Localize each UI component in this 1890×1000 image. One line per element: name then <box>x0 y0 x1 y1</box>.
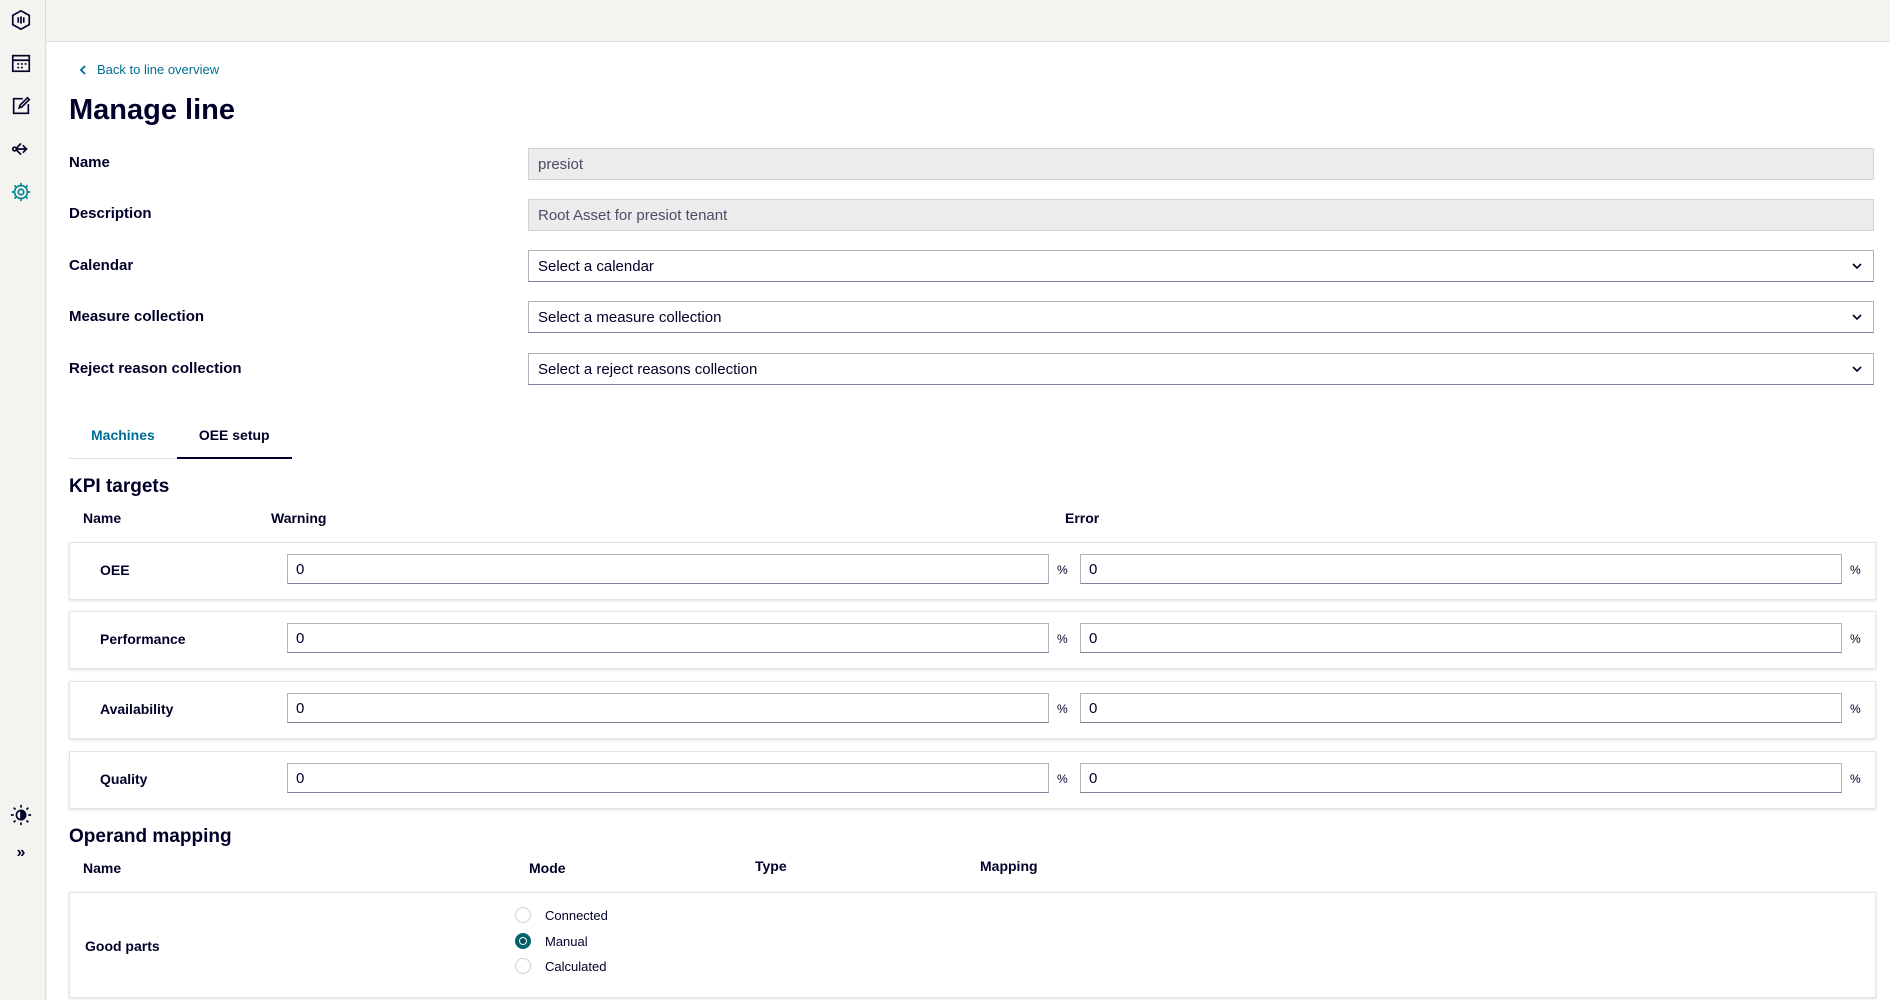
kpi-warning-input[interactable]: 0 <box>287 623 1049 653</box>
measure-collection-select[interactable]: Select a measure collection <box>528 301 1874 333</box>
percent-unit: % <box>1057 563 1068 577</box>
name-field[interactable]: presiot <box>528 148 1874 180</box>
mode-radio-calculated[interactable]: Calculated <box>515 958 606 974</box>
description-value: Root Asset for presiot tenant <box>538 206 728 224</box>
percent-unit: % <box>1057 702 1068 716</box>
calendar-label: Calendar <box>69 257 134 274</box>
radio-label: Calculated <box>545 958 607 974</box>
name-value: presiot <box>538 155 584 173</box>
description-field[interactable]: Root Asset for presiot tenant <box>528 199 1874 231</box>
percent-unit: % <box>1850 563 1861 577</box>
radio-circle-checked <box>515 933 531 949</box>
expand-icon[interactable]: » <box>7 839 35 867</box>
percent-unit: % <box>1057 772 1068 786</box>
operand-col-mapping: Mapping <box>980 858 1038 874</box>
description-label: Description <box>69 205 152 222</box>
mode-radio-manual[interactable]: Manual <box>515 933 588 949</box>
chevron-down-icon <box>1852 263 1862 270</box>
chevron-left-icon <box>79 64 86 75</box>
radio-circle <box>515 958 531 974</box>
tab-bar: Machines OEE setup <box>69 412 292 459</box>
tab-oee-setup[interactable]: OEE setup <box>176 412 292 459</box>
back-link[interactable]: Back to line overview <box>77 62 219 77</box>
kpi-col-error: Error <box>1065 510 1100 526</box>
measure-collection-label: Measure collection <box>69 308 205 325</box>
percent-unit: % <box>1850 702 1861 716</box>
kpi-warning-input[interactable]: 0 <box>287 554 1049 584</box>
operand-mapping-title: Operand mapping <box>69 826 232 847</box>
percent-unit: % <box>1850 772 1861 786</box>
operand-col-type: Type <box>755 858 787 874</box>
main-content: Back to line overview Manage line Name p… <box>47 42 1890 1000</box>
kpi-col-warning: Warning <box>271 510 327 526</box>
operand-col-mode: Mode <box>529 860 566 876</box>
kpi-warning-input[interactable]: 0 <box>287 693 1049 723</box>
kpi-error-input[interactable]: 0 <box>1080 554 1842 584</box>
kpi-warning-input[interactable]: 0 <box>287 763 1049 793</box>
top-bar <box>46 0 1890 42</box>
theme-icon[interactable] <box>7 801 35 829</box>
operand-name: Good parts <box>85 938 160 954</box>
kpi-name: OEE <box>100 562 130 578</box>
kpi-error-input[interactable]: 0 <box>1080 623 1842 653</box>
kpi-row-quality: Quality 0 % 0 % <box>69 751 1876 809</box>
kpi-name: Availability <box>100 701 174 717</box>
kpi-row-performance: Performance 0 % 0 % <box>69 611 1876 669</box>
share-icon[interactable] <box>7 135 35 163</box>
radio-circle <box>515 907 531 923</box>
kpi-error-input[interactable]: 0 <box>1080 763 1842 793</box>
percent-unit: % <box>1057 632 1068 646</box>
chevron-down-icon <box>1852 366 1862 373</box>
operand-row-good-parts: Good parts Connected Manual Calculated <box>69 892 1876 998</box>
tab-machines[interactable]: Machines <box>69 412 177 459</box>
measure-collection-value: Select a measure collection <box>538 308 722 326</box>
reject-reason-value: Select a reject reasons collection <box>538 360 758 378</box>
page-title: Manage line <box>69 94 235 126</box>
kpi-row-availability: Availability 0 % 0 % <box>69 681 1876 739</box>
name-label: Name <box>69 154 110 171</box>
sidebar: » <box>0 0 46 1000</box>
calendar-icon[interactable] <box>7 49 35 77</box>
radio-label: Connected <box>545 907 608 923</box>
back-link-label: Back to line overview <box>97 62 220 77</box>
percent-unit: % <box>1850 632 1861 646</box>
calendar-select-value: Select a calendar <box>538 257 654 275</box>
reject-reason-select[interactable]: Select a reject reasons collection <box>528 353 1874 385</box>
kpi-error-input[interactable]: 0 <box>1080 693 1842 723</box>
radio-label: Manual <box>545 933 588 949</box>
chevron-down-icon <box>1852 314 1862 321</box>
gear-icon[interactable] <box>7 178 35 206</box>
kpi-row-oee: OEE 0 % 0 % <box>69 542 1876 600</box>
kpi-col-name: Name <box>83 510 122 526</box>
hexagon-logo-icon[interactable] <box>7 6 35 34</box>
kpi-targets-title: KPI targets <box>69 476 170 497</box>
edit-icon[interactable] <box>7 92 35 120</box>
reject-reason-label: Reject reason collection <box>69 360 242 377</box>
kpi-name: Performance <box>100 631 186 647</box>
calendar-select[interactable]: Select a calendar <box>528 250 1874 282</box>
mode-radio-connected[interactable]: Connected <box>515 907 608 923</box>
operand-col-name: Name <box>83 860 122 876</box>
kpi-name: Quality <box>100 771 148 787</box>
